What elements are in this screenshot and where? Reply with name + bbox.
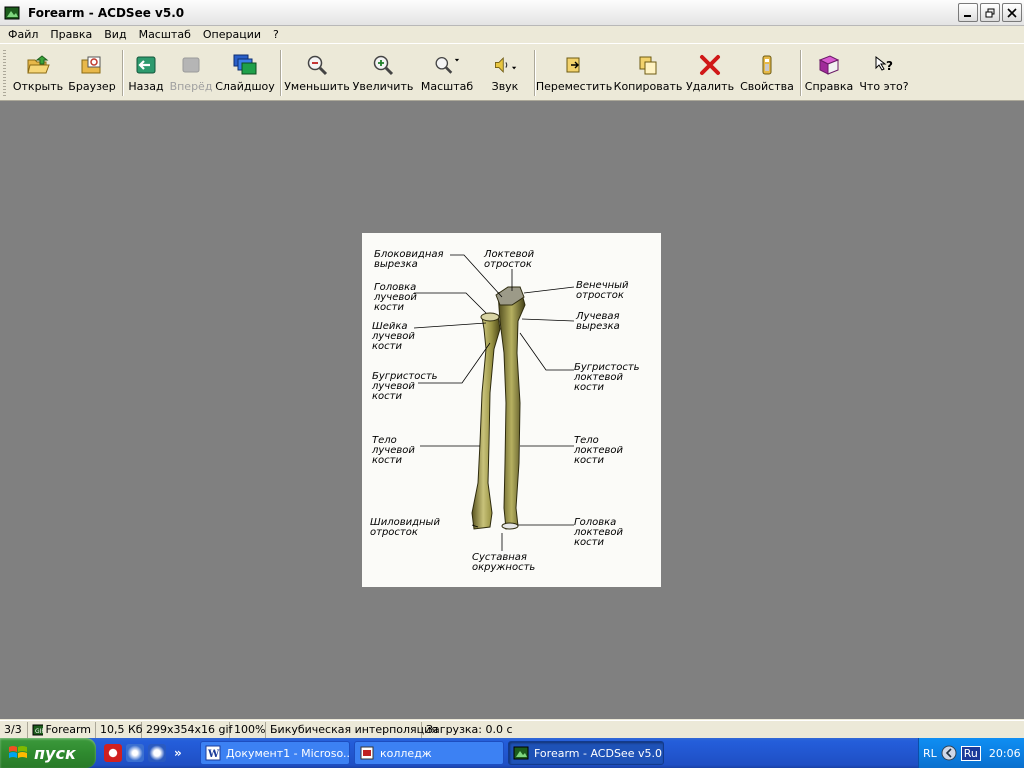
label-radial-tuberosity: Бугристость лучевой кости [371,371,441,402]
browser-icon [81,56,101,74]
back-button[interactable]: Назад [128,48,164,98]
toolbar-separator [122,50,124,96]
help-book-icon [818,55,840,75]
label-ulnar-tuberosity: Бугристость локтевой кости [573,362,643,393]
delete-x-icon [700,55,720,75]
label-articular-circumference: Суставная окружность [472,552,535,573]
menu-view[interactable]: Вид [98,28,132,41]
zoom-out-button[interactable]: Уменьшить [284,48,350,98]
label-radial-notch: Лучевая вырезка [575,311,623,332]
menu-tools[interactable]: Операции [197,28,267,41]
window-title: Forearm - ACDSee v5.0 [28,5,185,20]
status-dimensions: 299x354x16 gif [142,721,232,738]
task-college-folder[interactable]: колледж [354,741,504,765]
word-icon: W [205,745,221,761]
label-radial-neck: Шейка лучевой кости [371,321,418,352]
zoom-icon [435,56,460,74]
zoom-in-icon [373,55,394,76]
acdsee-app-icon [4,6,20,19]
status-file-size: 10,5 Кб [96,721,143,738]
close-icon [1007,7,1017,18]
status-filename: GIF Forearm [28,721,96,738]
label-ulna-head: Головка локтевой кости [573,517,626,548]
acdsee-task-icon [513,746,529,760]
windows-flag-icon [9,746,27,758]
whats-this-button[interactable]: ? Что это? [858,48,910,98]
folder-icon [360,746,374,760]
label-trochlear-notch: Блоковидная вырезка [374,249,447,270]
open-button[interactable]: Открыть [12,48,64,98]
properties-icon [762,55,772,75]
status-interpolation: Бикубическая интерполяция [266,721,438,738]
help-button[interactable]: Справка [805,48,853,98]
whats-this-icon: ? [875,55,893,73]
forearm-image: Блоковидная вырезка Локтевой отросток Го… [362,233,661,587]
task-acdsee[interactable]: Forearm - ACDSee v5.0 [508,741,664,765]
properties-button[interactable]: Свойства [740,48,794,98]
move-button[interactable]: Переместить [536,48,612,98]
tray-clock: 20:06 [988,746,1021,760]
menu-file[interactable]: Файл [2,28,44,41]
close-button[interactable] [1002,3,1022,22]
label-coronoid-process: Венечный отросток [576,280,632,301]
delete-button[interactable]: Удалить [686,48,734,98]
back-arrow-icon [136,56,156,74]
zoom-in-button[interactable]: Увеличить [353,48,413,98]
menu-zoom[interactable]: Масштаб [133,28,197,41]
opera-icon[interactable] [104,744,122,762]
label-radial-head: Головка лучевой кости [373,282,420,313]
menu-bar: Файл Правка Вид Масштаб Операции ? [0,26,1024,43]
menu-help[interactable]: ? [267,28,285,41]
menu-edit[interactable]: Правка [44,28,98,41]
image-viewer[interactable]: Блоковидная вырезка Локтевой отросток Го… [0,101,1024,719]
forward-button[interactable]: Вперёд [170,48,212,98]
open-folder-icon [27,55,50,74]
quick-launch: » [104,744,196,762]
label-ulna-body: Тело локтевой кости [573,435,626,466]
sound-button[interactable]: Звук [482,48,528,98]
browser-button[interactable]: Браузер [68,48,116,98]
system-tray: RL Ru 20:06 [918,738,1024,768]
forward-arrow-icon [182,57,200,73]
toolbar-separator [800,50,802,96]
status-load-time: Загрузка: 0.0 с [426,723,513,736]
slideshow-icon [233,54,257,75]
toolbar-grip[interactable] [3,50,6,96]
title-bar: Forearm - ACDSee v5.0 [0,0,1024,26]
move-icon [566,57,580,73]
restore-icon [985,8,995,17]
svg-text:GIF: GIF [35,728,43,735]
speaker-icon [495,57,517,73]
status-index: 3/3 [0,721,28,738]
status-bar: 3/3 GIF Forearm 10,5 Кб 299x354x16 gif 1… [0,720,1024,738]
task-word-document[interactable]: W Документ1 - Microso... [200,741,350,765]
forearm-bones-illustration: Блоковидная вырезка Локтевой отросток Го… [370,249,643,573]
taskbar: пуск » W Документ1 - Microso... колледж … [0,738,1024,768]
gif-file-icon: GIF [32,724,43,735]
media-player-icon[interactable] [148,744,166,762]
browser-icon[interactable] [126,744,144,762]
tray-arrow-icon[interactable] [941,745,957,761]
minimize-button[interactable] [958,3,978,22]
zoom-dropdown-button[interactable]: Масштаб [421,48,473,98]
status-zoom: 100% [230,721,266,738]
svg-text:?: ? [886,59,893,73]
quick-launch-more-icon[interactable]: » [174,746,182,760]
zoom-out-icon [307,55,328,76]
copy-icon [639,56,657,75]
slideshow-button[interactable]: Слайдшоу [215,48,275,98]
start-button[interactable]: пуск [0,738,96,768]
restore-button[interactable] [980,3,1000,22]
toolbar: Открыть Браузер Назад Вперёд Слайдшоу Ум… [0,43,1024,101]
keyboard-layout-indicator[interactable]: Ru [960,745,981,761]
label-radius-body: Тело лучевой кости [371,435,418,466]
copy-button[interactable]: Копировать [614,48,682,98]
svg-text:W: W [207,749,220,760]
toolbar-separator [280,50,282,96]
label-olecranon: Локтевой отросток [483,249,537,270]
tray-language-indicator[interactable]: RL [923,747,937,760]
minimize-icon [964,14,971,17]
label-styloid-process: Шиловидный отросток [370,517,443,538]
